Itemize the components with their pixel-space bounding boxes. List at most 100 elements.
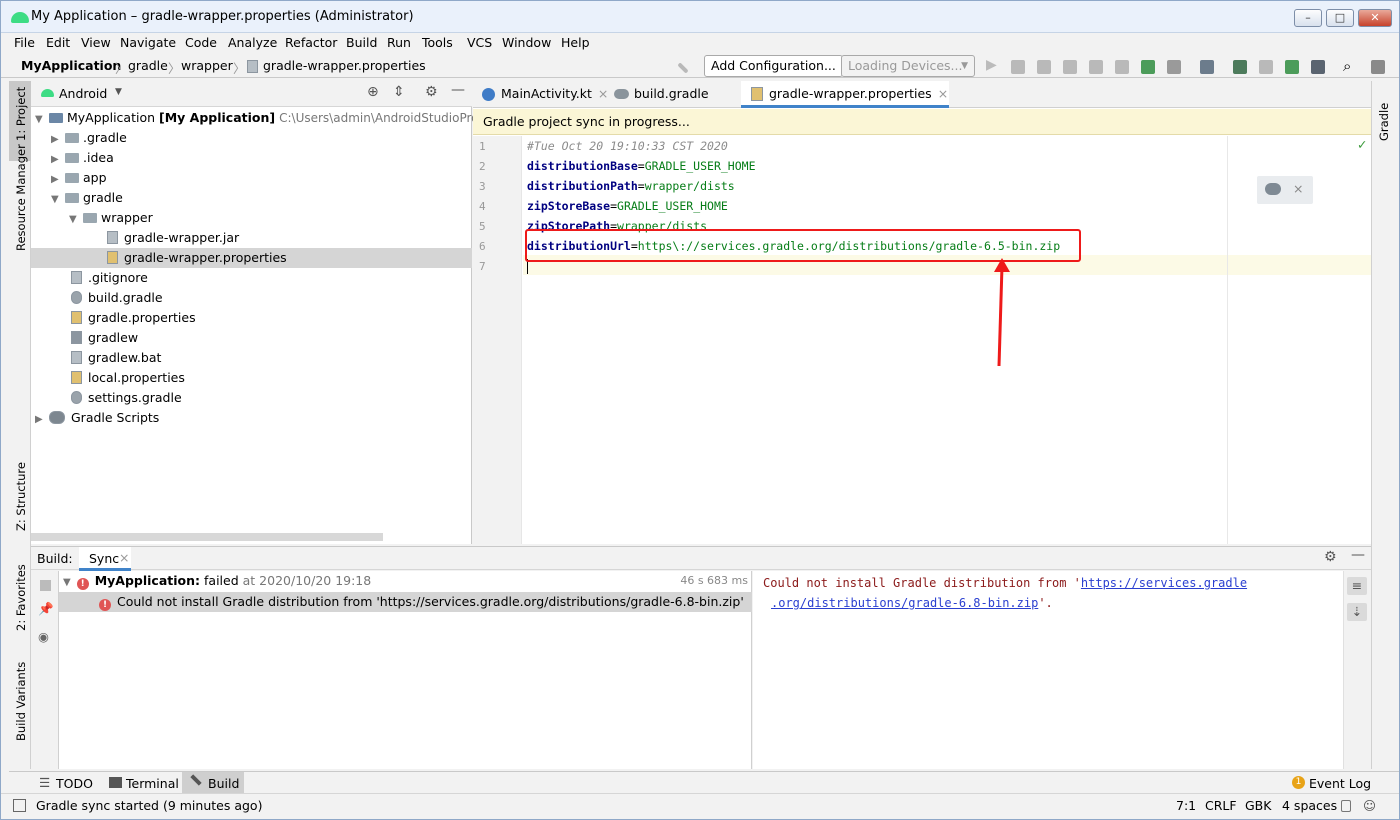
- tree-item-gitignore[interactable]: .gitignore: [31, 268, 472, 288]
- tab-build-gradle[interactable]: build.gradle (:)×: [606, 81, 740, 127]
- coverage-icon[interactable]: [1037, 60, 1051, 74]
- code-line[interactable]: distributionBase=GRADLE_USER_HOME: [527, 159, 756, 173]
- tree-item-wrapper-jar[interactable]: gradle-wrapper.jar: [31, 228, 472, 248]
- stop-icon[interactable]: [1167, 60, 1181, 74]
- gear-icon[interactable]: ⚙: [425, 84, 438, 100]
- tree-item-wrapper-properties[interactable]: gradle-wrapper.properties: [31, 248, 472, 268]
- breadcrumb-file[interactable]: gradle-wrapper.properties: [263, 58, 426, 73]
- menu-tools[interactable]: Tools: [422, 35, 453, 50]
- menu-refactor[interactable]: Refactor: [285, 35, 337, 50]
- profile-icon[interactable]: [1089, 60, 1103, 74]
- hide-panel-icon[interactable]: —: [451, 82, 465, 98]
- scroll-to-end-icon[interactable]: ⇣: [1347, 603, 1367, 621]
- menu-run[interactable]: Run: [387, 35, 411, 50]
- chevron-down-icon[interactable]: ▼: [115, 87, 122, 97]
- layout-icon[interactable]: [1371, 60, 1385, 74]
- tab-gradle-wrapper-properties[interactable]: gradle-wrapper.properties ×: [741, 81, 949, 108]
- tree-item-app[interactable]: ▶ app: [31, 168, 472, 188]
- tree-item-gradle-properties[interactable]: gradle.properties: [31, 308, 472, 328]
- add-configuration-button[interactable]: Add Configuration...: [704, 55, 843, 77]
- code-line[interactable]: zipStoreBase=GRADLE_USER_HOME: [527, 199, 728, 213]
- build-error-item[interactable]: ! Could not install Gradle distribution f…: [59, 592, 752, 612]
- tree-item-dot-gradle[interactable]: ▶ .gradle: [31, 128, 472, 148]
- device-manager-icon[interactable]: [1285, 60, 1299, 74]
- tree-item-gradle[interactable]: ▼ gradle: [31, 188, 472, 208]
- build-tree-root[interactable]: ▼! MyApplication: failed at 2020/10/20 19…: [59, 571, 752, 591]
- gear-icon[interactable]: ⚙: [1324, 549, 1337, 565]
- tree-item-gradlew-bat[interactable]: gradlew.bat: [31, 348, 472, 368]
- tab-main-activity[interactable]: MainActivity.kt ×: [473, 81, 608, 108]
- tab-event-log[interactable]: Event Log: [1309, 776, 1371, 791]
- attach-debugger-icon[interactable]: [1115, 60, 1129, 74]
- tab-todo[interactable]: TODO: [56, 776, 93, 791]
- project-structure-icon[interactable]: [1200, 60, 1214, 74]
- close-popup-icon[interactable]: ×: [1293, 181, 1303, 196]
- console-link[interactable]: .org/distributions/gradle-6.8-bin.zip: [771, 596, 1038, 610]
- lock-icon[interactable]: [1341, 800, 1351, 812]
- maximize-button[interactable]: □: [1326, 9, 1354, 27]
- menu-build[interactable]: Build: [346, 35, 377, 50]
- tree-item-local-properties[interactable]: local.properties: [31, 368, 472, 388]
- menu-edit[interactable]: Edit: [46, 35, 70, 50]
- menu-code[interactable]: Code: [185, 35, 217, 50]
- menu-vcs[interactable]: VCS: [467, 35, 492, 50]
- toggle-tool-windows-icon[interactable]: [13, 799, 26, 812]
- run-icon[interactable]: ▶: [986, 57, 997, 73]
- soft-wrap-icon[interactable]: ≡: [1347, 577, 1367, 595]
- tab-sync[interactable]: Sync ×: [79, 547, 131, 571]
- tree-item-build-gradle[interactable]: build.gradle: [31, 288, 472, 308]
- inspector-icon[interactable]: ☺: [1363, 798, 1376, 813]
- tab-build-active[interactable]: Build: [182, 772, 244, 793]
- debug-icon[interactable]: [1063, 60, 1077, 74]
- tree-item-gradlew[interactable]: gradlew: [31, 328, 472, 348]
- apply-changes-icon[interactable]: [1011, 60, 1025, 74]
- tree-item-root[interactable]: ▼ MyApplication [My Application] C:\Users…: [31, 108, 489, 128]
- menu-help[interactable]: Help: [561, 35, 590, 50]
- menu-navigate[interactable]: Navigate: [120, 35, 176, 50]
- eye-icon[interactable]: ◉: [38, 629, 49, 644]
- tab-terminal[interactable]: Terminal: [126, 776, 179, 791]
- pin-icon[interactable]: 📌: [38, 601, 54, 617]
- tree-item-gradle-scripts[interactable]: ▶ Gradle Scripts: [31, 408, 472, 428]
- favorites-tool-label[interactable]: 2: Favorites: [14, 564, 28, 631]
- sync-gradle-icon[interactable]: [1141, 60, 1155, 74]
- menu-view[interactable]: View: [81, 35, 111, 50]
- avd-manager-icon[interactable]: [1233, 60, 1247, 74]
- build-variants-tool-label[interactable]: Build Variants: [14, 662, 28, 741]
- menu-analyze[interactable]: Analyze: [228, 35, 277, 50]
- menu-window[interactable]: Window: [502, 35, 551, 50]
- project-view-selector[interactable]: Android: [59, 86, 107, 101]
- code-line[interactable]: distributionPath=wrapper/dists: [527, 179, 735, 193]
- horizontal-scrollbar[interactable]: [31, 533, 383, 541]
- code-comment-line[interactable]: #Tue Oct 20 19:10:33 CST 2020: [527, 139, 728, 153]
- close-window-button[interactable]: ✕: [1358, 9, 1392, 27]
- search-icon[interactable]: ⌕: [1343, 57, 1351, 75]
- gradle-sync-icon[interactable]: [1265, 183, 1281, 195]
- tree-item-wrapper[interactable]: ▼ wrapper: [31, 208, 472, 228]
- line-separator[interactable]: CRLF: [1205, 798, 1237, 813]
- tree-item-settings-gradle[interactable]: settings.gradle: [31, 388, 472, 408]
- file-encoding[interactable]: GBK: [1245, 798, 1271, 813]
- sdk-manager-icon[interactable]: [1311, 60, 1325, 74]
- sync-project-icon[interactable]: [1259, 60, 1273, 74]
- breadcrumb-gradle[interactable]: gradle: [128, 58, 168, 73]
- hammer-icon[interactable]: [677, 62, 689, 74]
- device-selector[interactable]: Loading Devices... ▼: [841, 55, 975, 77]
- tree-item-idea[interactable]: ▶ .idea: [31, 148, 472, 168]
- collapse-all-icon[interactable]: ⇕: [393, 84, 405, 100]
- resource-manager-tool-label[interactable]: Resource Manager: [14, 144, 28, 251]
- minimize-button[interactable]: –: [1294, 9, 1322, 27]
- close-tab-icon[interactable]: ×: [938, 86, 948, 101]
- caret-position[interactable]: 7:1: [1176, 798, 1196, 813]
- locate-icon[interactable]: ⊕: [367, 84, 379, 100]
- structure-tool-label[interactable]: Z: Structure: [14, 462, 28, 531]
- stop-icon[interactable]: [40, 580, 51, 591]
- close-tab-icon[interactable]: ×: [119, 550, 129, 565]
- indent-setting[interactable]: 4 spaces: [1282, 798, 1337, 813]
- console-link[interactable]: https://services.gradle: [1081, 576, 1247, 590]
- breadcrumb-project[interactable]: MyApplication: [21, 58, 121, 73]
- gradle-tool-label[interactable]: Gradle: [1377, 103, 1391, 141]
- menu-file[interactable]: File: [14, 35, 35, 50]
- breadcrumb-wrapper[interactable]: wrapper: [181, 58, 233, 73]
- hide-panel-icon[interactable]: —: [1351, 547, 1365, 563]
